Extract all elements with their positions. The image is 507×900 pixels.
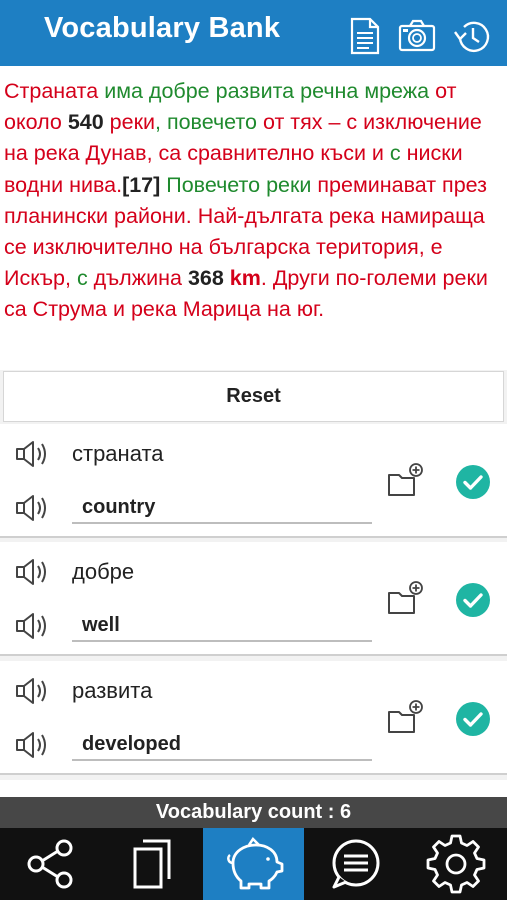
- vocab-word: развита: [72, 678, 153, 703]
- add-to-folder-icon[interactable]: [386, 579, 426, 619]
- vocabulary-count: Vocabulary count : 6: [0, 797, 507, 828]
- speaker-icon[interactable]: [14, 557, 50, 587]
- passage-segment[interactable]: Страната: [4, 79, 104, 103]
- speaker-icon[interactable]: [14, 611, 50, 641]
- translation-field[interactable]: well: [72, 610, 372, 642]
- camera-icon[interactable]: [397, 16, 437, 56]
- vocab-card: добре well: [0, 542, 507, 656]
- speaker-icon[interactable]: [14, 493, 50, 523]
- bottom-nav: [0, 828, 507, 900]
- nav-settings[interactable]: [405, 828, 507, 900]
- passage-segment[interactable]: Повечето реки: [160, 173, 317, 197]
- top-bar: Vocabulary Bank: [0, 0, 507, 66]
- speaker-icon[interactable]: [14, 676, 50, 706]
- passage-segment[interactable]: дължина: [88, 266, 188, 290]
- speaker-icon[interactable]: [14, 439, 50, 469]
- page-title: Vocabulary Bank: [44, 12, 281, 44]
- passage-segment[interactable]: има добре развита речна мрежа: [104, 79, 435, 103]
- chat-icon: [332, 839, 379, 889]
- document-icon[interactable]: [345, 16, 385, 56]
- vocab-word: страната: [72, 441, 164, 466]
- translation-field[interactable]: developed: [72, 729, 372, 761]
- gear-icon: [426, 834, 486, 894]
- translation-field[interactable]: country: [72, 492, 372, 524]
- vocab-card: развита developed: [0, 661, 507, 775]
- add-to-folder-icon[interactable]: [386, 461, 426, 501]
- piggy-bank-icon: [226, 837, 283, 890]
- passage-segment[interactable]: [17]: [122, 173, 160, 197]
- nav-share[interactable]: [0, 828, 101, 900]
- passage-segment[interactable]: 368: [188, 266, 224, 290]
- speaker-icon[interactable]: [14, 730, 50, 760]
- passage-text: Страната има добре развита речна мрежа о…: [0, 66, 507, 370]
- learned-check-icon[interactable]: [455, 582, 491, 618]
- reset-button[interactable]: Reset: [3, 371, 504, 422]
- vocab-card-partial: [0, 780, 507, 797]
- share-icon: [27, 839, 72, 889]
- add-to-folder-icon[interactable]: [386, 698, 426, 738]
- copy-icon: [133, 839, 170, 889]
- nav-chat[interactable]: [304, 828, 405, 900]
- vocab-word: добре: [72, 559, 135, 584]
- learned-check-icon[interactable]: [455, 464, 491, 500]
- passage-segment[interactable]: , повечето: [155, 110, 263, 134]
- passage-segment[interactable]: с: [77, 266, 88, 290]
- passage-segment[interactable]: km: [230, 266, 261, 290]
- passage-segment[interactable]: реки: [104, 110, 155, 134]
- passage-segment[interactable]: 540: [68, 110, 104, 134]
- learned-check-icon[interactable]: [455, 701, 491, 737]
- passage-segment[interactable]: с: [390, 141, 401, 165]
- passage-segment[interactable]: от: [263, 110, 290, 134]
- vocab-card: страната country: [0, 424, 507, 538]
- nav-copy[interactable]: [101, 828, 202, 900]
- history-icon[interactable]: [452, 16, 492, 56]
- nav-vocabulary-bank[interactable]: [203, 828, 304, 900]
